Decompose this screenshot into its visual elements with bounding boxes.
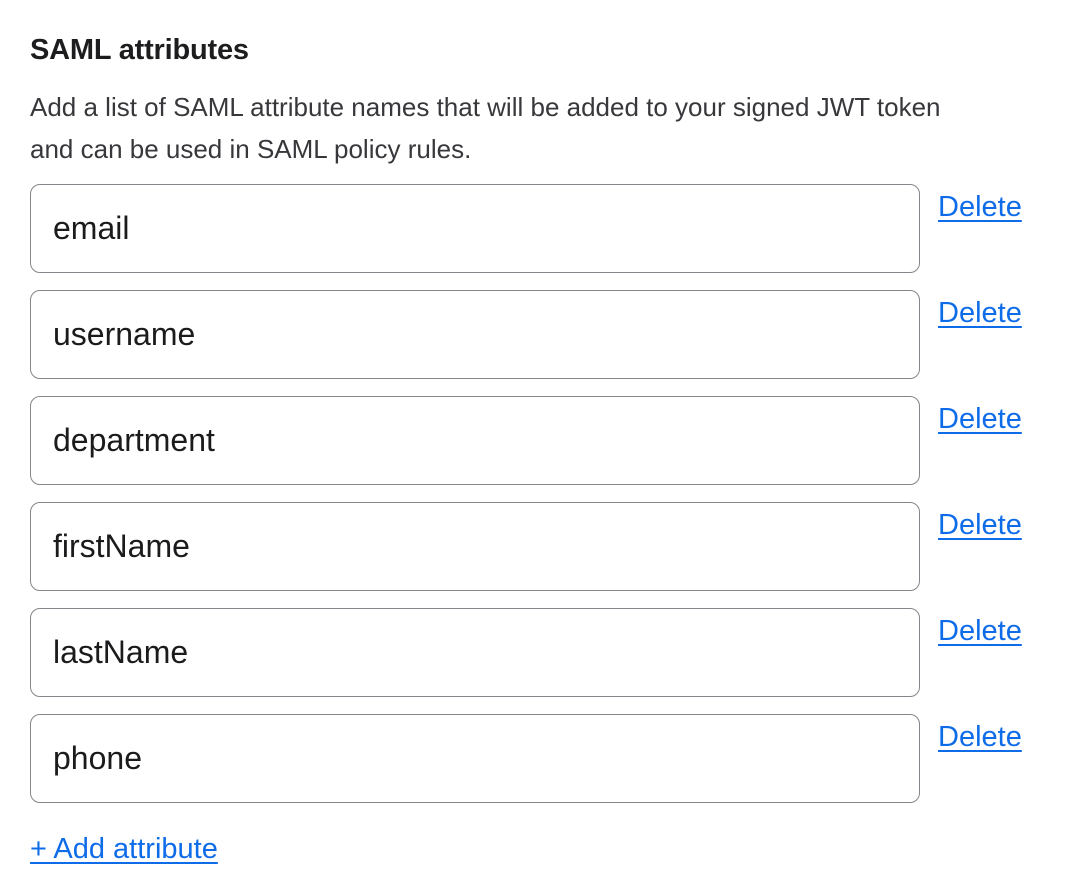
delete-attribute-link[interactable]: Delete (938, 403, 1022, 435)
saml-attributes-section: SAML attributes Add a list of SAML attri… (0, 0, 1066, 865)
delete-attribute-link[interactable]: Delete (938, 191, 1022, 223)
attribute-row: Delete (30, 396, 1036, 485)
attribute-list: Delete Delete Delete Delete Delete Delet… (30, 184, 1036, 803)
delete-attribute-link[interactable]: Delete (938, 509, 1022, 541)
delete-attribute-link[interactable]: Delete (938, 721, 1022, 753)
section-description-line-2: and can be used in SAML policy rules. (30, 128, 1036, 170)
add-attribute-link[interactable]: + Add attribute (30, 833, 218, 865)
delete-attribute-link[interactable]: Delete (938, 615, 1022, 647)
attribute-row: Delete (30, 290, 1036, 379)
delete-attribute-link[interactable]: Delete (938, 297, 1022, 329)
attribute-input[interactable] (30, 184, 920, 273)
attribute-row: Delete (30, 502, 1036, 591)
attribute-input[interactable] (30, 714, 920, 803)
attribute-input[interactable] (30, 502, 920, 591)
attribute-input[interactable] (30, 290, 920, 379)
section-description: Add a list of SAML attribute names that … (30, 86, 1036, 170)
section-title: SAML attributes (30, 32, 1036, 68)
attribute-input[interactable] (30, 608, 920, 697)
section-description-line-1: Add a list of SAML attribute names that … (30, 86, 1036, 128)
attribute-row: Delete (30, 608, 1036, 697)
attribute-row: Delete (30, 184, 1036, 273)
attribute-input[interactable] (30, 396, 920, 485)
attribute-row: Delete (30, 714, 1036, 803)
